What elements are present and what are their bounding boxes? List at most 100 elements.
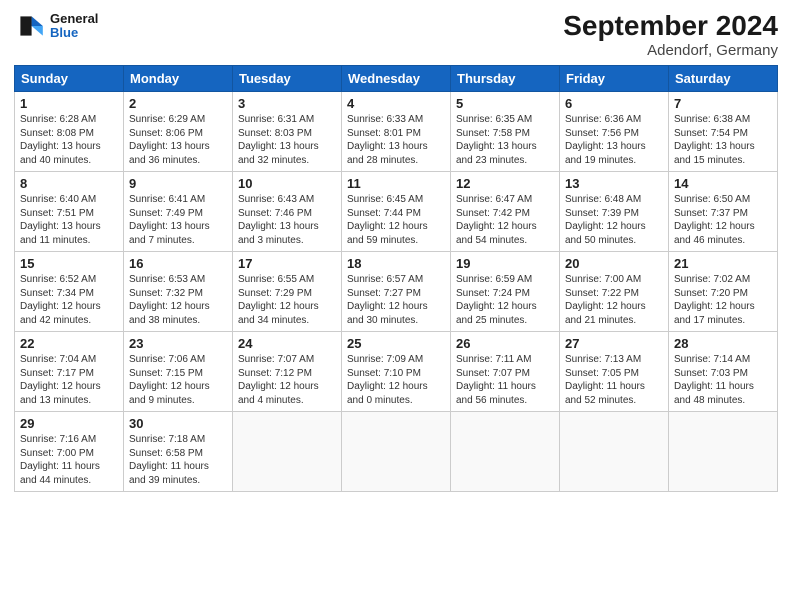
calendar-cell: 25 Sunrise: 7:09 AM Sunset: 7:10 PM Dayli…: [342, 332, 451, 412]
col-header-tuesday: Tuesday: [233, 66, 342, 92]
day-number: 25: [347, 336, 445, 351]
day-number: 10: [238, 176, 336, 191]
calendar-cell: 26Sunrise: 7:11 AM Sunset: 7:07 PM Dayli…: [451, 332, 560, 412]
day-info: Sunrise: 7:04 AM Sunset: 7:17 PM Dayligh…: [20, 353, 118, 407]
calendar-cell: 15 Sunrise: 6:52 AM Sunset: 7:34 PM Dayli…: [15, 252, 124, 332]
logo: General Blue: [14, 10, 98, 42]
day-number: 2: [129, 96, 227, 111]
day-info: Sunrise: 7:14 AM Sunset: 7:03 PM Dayligh…: [674, 353, 772, 407]
day-number: 8: [20, 176, 118, 191]
col-header-wednesday: Wednesday: [342, 66, 451, 92]
day-info: Sunrise: 6:48 AM Sunset: 7:39 PM Dayligh…: [565, 193, 663, 247]
day-number: 23: [129, 336, 227, 351]
calendar-cell: 12 Sunrise: 6:47 AM Sunset: 7:42 PM Dayli…: [451, 172, 560, 252]
calendar-table: SundayMondayTuesdayWednesdayThursdayFrid…: [14, 65, 778, 492]
calendar-cell: 1Sunrise: 6:28 AM Sunset: 8:08 PM Daylig…: [15, 92, 124, 172]
day-info: Sunrise: 6:36 AM Sunset: 7:56 PM Dayligh…: [565, 113, 663, 167]
calendar-cell: [451, 412, 560, 492]
day-number: 4: [347, 96, 445, 111]
day-info: Sunrise: 6:31 AM Sunset: 8:03 PM Dayligh…: [238, 113, 336, 167]
day-number: 28: [674, 336, 772, 351]
day-info: Sunrise: 7:02 AM Sunset: 7:20 PM Dayligh…: [674, 273, 772, 327]
calendar-cell: 4 Sunrise: 6:33 AM Sunset: 8:01 PM Daylig…: [342, 92, 451, 172]
day-info: Sunrise: 6:59 AM Sunset: 7:24 PM Dayligh…: [456, 273, 554, 327]
day-info: Sunrise: 6:33 AM Sunset: 8:01 PM Dayligh…: [347, 113, 445, 167]
location: Adendorf, Germany: [563, 42, 778, 59]
calendar-cell: 19 Sunrise: 6:59 AM Sunset: 7:24 PM Dayli…: [451, 252, 560, 332]
col-header-sunday: Sunday: [15, 66, 124, 92]
calendar-cell: 11Sunrise: 6:45 AM Sunset: 7:44 PM Dayli…: [342, 172, 451, 252]
day-number: 20: [565, 256, 663, 271]
day-number: 9: [129, 176, 227, 191]
calendar-cell: 5Sunrise: 6:35 AM Sunset: 7:58 PM Daylig…: [451, 92, 560, 172]
day-number: 29: [20, 416, 118, 431]
day-number: 15: [20, 256, 118, 271]
day-info: Sunrise: 6:53 AM Sunset: 7:32 PM Dayligh…: [129, 273, 227, 327]
day-info: Sunrise: 6:52 AM Sunset: 7:34 PM Dayligh…: [20, 273, 118, 327]
day-info: Sunrise: 7:18 AM Sunset: 6:58 PM Dayligh…: [129, 433, 227, 487]
day-number: 14: [674, 176, 772, 191]
calendar-cell: [342, 412, 451, 492]
calendar-cell: 2 Sunrise: 6:29 AM Sunset: 8:06 PM Daylig…: [124, 92, 233, 172]
day-number: 26: [456, 336, 554, 351]
calendar-cell: 17 Sunrise: 6:55 AM Sunset: 7:29 PM Dayli…: [233, 252, 342, 332]
col-header-saturday: Saturday: [669, 66, 778, 92]
calendar-cell: 16 Sunrise: 6:53 AM Sunset: 7:32 PM Dayli…: [124, 252, 233, 332]
day-info: Sunrise: 6:41 AM Sunset: 7:49 PM Dayligh…: [129, 193, 227, 247]
calendar-cell: 8 Sunrise: 6:40 AM Sunset: 7:51 PM Daylig…: [15, 172, 124, 252]
logo-icon: [14, 10, 46, 42]
header: General Blue September 2024 Adendorf, Ge…: [14, 10, 778, 59]
calendar-cell: 10 Sunrise: 6:43 AM Sunset: 7:46 PM Dayli…: [233, 172, 342, 252]
day-info: Sunrise: 6:29 AM Sunset: 8:06 PM Dayligh…: [129, 113, 227, 167]
calendar-header-row: SundayMondayTuesdayWednesdayThursdayFrid…: [15, 66, 778, 92]
day-info: Sunrise: 7:07 AM Sunset: 7:12 PM Dayligh…: [238, 353, 336, 407]
day-number: 22: [20, 336, 118, 351]
day-number: 13: [565, 176, 663, 191]
calendar-week-row: 15 Sunrise: 6:52 AM Sunset: 7:34 PM Dayli…: [15, 252, 778, 332]
calendar-cell: [560, 412, 669, 492]
day-number: 24: [238, 336, 336, 351]
day-info: Sunrise: 6:35 AM Sunset: 7:58 PM Dayligh…: [456, 113, 554, 167]
calendar-cell: 22 Sunrise: 7:04 AM Sunset: 7:17 PM Dayli…: [15, 332, 124, 412]
day-info: Sunrise: 6:57 AM Sunset: 7:27 PM Dayligh…: [347, 273, 445, 327]
day-number: 17: [238, 256, 336, 271]
calendar-week-row: 29Sunrise: 7:16 AM Sunset: 7:00 PM Dayli…: [15, 412, 778, 492]
calendar-cell: 20Sunrise: 7:00 AM Sunset: 7:22 PM Dayli…: [560, 252, 669, 332]
calendar-cell: 9 Sunrise: 6:41 AM Sunset: 7:49 PM Daylig…: [124, 172, 233, 252]
day-info: Sunrise: 6:40 AM Sunset: 7:51 PM Dayligh…: [20, 193, 118, 247]
day-number: 7: [674, 96, 772, 111]
calendar-cell: 28 Sunrise: 7:14 AM Sunset: 7:03 PM Dayli…: [669, 332, 778, 412]
calendar-cell: [669, 412, 778, 492]
title-block: September 2024 Adendorf, Germany: [563, 10, 778, 59]
day-number: 1: [20, 96, 118, 111]
day-info: Sunrise: 6:45 AM Sunset: 7:44 PM Dayligh…: [347, 193, 445, 247]
day-info: Sunrise: 6:55 AM Sunset: 7:29 PM Dayligh…: [238, 273, 336, 327]
calendar-week-row: 8 Sunrise: 6:40 AM Sunset: 7:51 PM Daylig…: [15, 172, 778, 252]
calendar-cell: 7 Sunrise: 6:38 AM Sunset: 7:54 PM Daylig…: [669, 92, 778, 172]
day-info: Sunrise: 6:38 AM Sunset: 7:54 PM Dayligh…: [674, 113, 772, 167]
day-number: 12: [456, 176, 554, 191]
calendar-cell: 29Sunrise: 7:16 AM Sunset: 7:00 PM Dayli…: [15, 412, 124, 492]
day-number: 19: [456, 256, 554, 271]
day-info: Sunrise: 6:47 AM Sunset: 7:42 PM Dayligh…: [456, 193, 554, 247]
calendar-cell: 13 Sunrise: 6:48 AM Sunset: 7:39 PM Dayli…: [560, 172, 669, 252]
calendar-cell: 6 Sunrise: 6:36 AM Sunset: 7:56 PM Daylig…: [560, 92, 669, 172]
day-info: Sunrise: 7:06 AM Sunset: 7:15 PM Dayligh…: [129, 353, 227, 407]
day-info: Sunrise: 7:13 AM Sunset: 7:05 PM Dayligh…: [565, 353, 663, 407]
calendar-week-row: 1Sunrise: 6:28 AM Sunset: 8:08 PM Daylig…: [15, 92, 778, 172]
day-number: 3: [238, 96, 336, 111]
day-number: 27: [565, 336, 663, 351]
calendar-cell: 24 Sunrise: 7:07 AM Sunset: 7:12 PM Dayli…: [233, 332, 342, 412]
day-info: Sunrise: 6:43 AM Sunset: 7:46 PM Dayligh…: [238, 193, 336, 247]
day-info: Sunrise: 7:09 AM Sunset: 7:10 PM Dayligh…: [347, 353, 445, 407]
day-number: 30: [129, 416, 227, 431]
day-number: 6: [565, 96, 663, 111]
logo-text: General Blue: [50, 12, 98, 41]
calendar-cell: 14 Sunrise: 6:50 AM Sunset: 7:37 PM Dayli…: [669, 172, 778, 252]
calendar-cell: 30 Sunrise: 7:18 AM Sunset: 6:58 PM Dayli…: [124, 412, 233, 492]
calendar-cell: [233, 412, 342, 492]
day-info: Sunrise: 6:50 AM Sunset: 7:37 PM Dayligh…: [674, 193, 772, 247]
day-number: 16: [129, 256, 227, 271]
col-header-thursday: Thursday: [451, 66, 560, 92]
day-number: 21: [674, 256, 772, 271]
